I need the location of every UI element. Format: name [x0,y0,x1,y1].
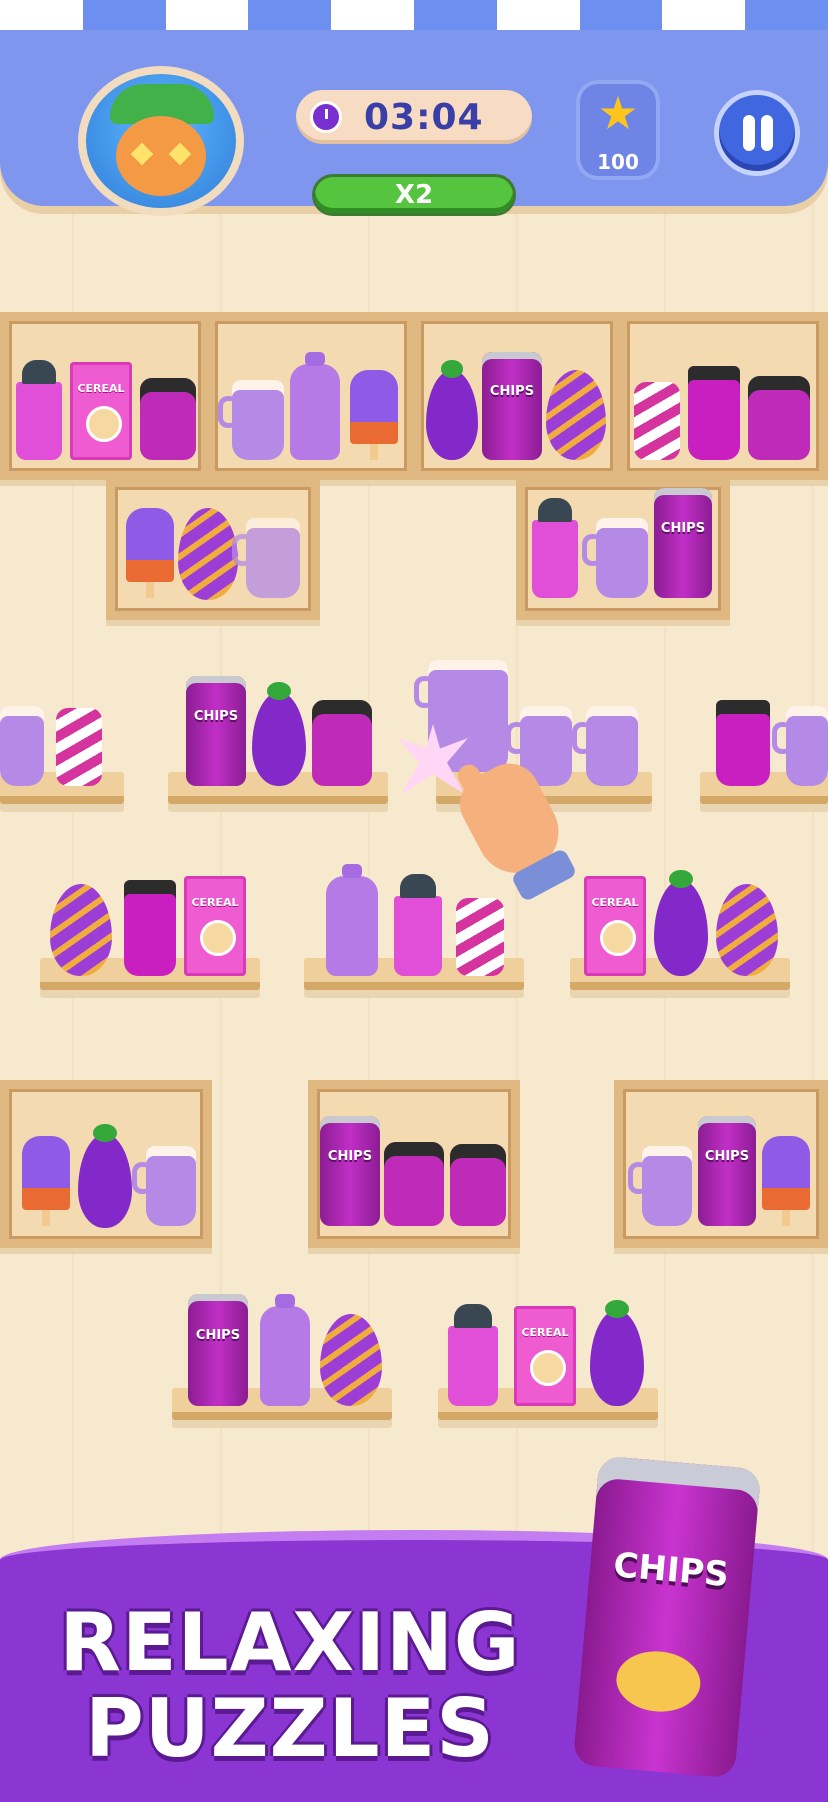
coffee-cup-item[interactable] [450,1144,506,1226]
pause-button[interactable] [714,90,800,176]
popsicle-item[interactable] [762,1136,810,1226]
chips-can-item[interactable]: CHIPS [320,1116,380,1226]
egg-item[interactable] [320,1314,382,1406]
marker-item[interactable] [16,360,62,460]
promo-can-label: CHIPS [611,1545,731,1596]
chips-can-item[interactable]: CHIPS [698,1116,756,1226]
promo-chips-can: CHIPS [572,1455,762,1779]
promo-title: RELAXING PUZZLES [40,1600,540,1772]
coffee-cup-item[interactable] [716,700,770,786]
mug-item[interactable] [628,1146,692,1226]
jam-jar-item[interactable] [384,1142,444,1226]
promo-line-1: RELAXING [59,1596,521,1689]
timer-pill: 03:04 [296,90,532,144]
timer-text: 03:04 [364,96,484,138]
pause-icon [743,115,755,151]
cat-avatar-icon[interactable] [78,66,244,216]
eggplant-item[interactable] [590,1300,644,1406]
multiplier-badge: X2 [312,174,516,216]
cereal-box-item[interactable]: CEREAL [70,362,132,460]
star-icon: ★ [597,86,639,140]
marker-item[interactable] [532,498,578,598]
coffee-cup-item[interactable] [140,378,196,460]
mug-item[interactable] [582,518,648,598]
star-count: 100 [597,150,639,174]
marshmallow-item[interactable] [456,898,504,976]
star-counter[interactable]: ★ 100 [576,80,660,180]
egg-item[interactable] [716,884,778,976]
mug-item[interactable] [572,706,638,786]
cereal-box-item[interactable]: CEREAL [584,876,646,976]
jam-jar-item[interactable] [748,376,810,460]
cereal-box-item[interactable]: CEREAL [514,1306,576,1406]
popsicle-item[interactable] [350,370,398,460]
chips-can-item[interactable]: CHIPS [482,352,542,460]
mug-item[interactable] [0,706,44,786]
coffee-cup-item[interactable] [688,366,740,460]
chips-can-item[interactable]: CHIPS [188,1294,248,1406]
bottle-item[interactable] [290,352,340,460]
chips-can-item[interactable]: CHIPS [186,676,246,786]
eggplant-item[interactable] [252,682,306,786]
mug-item[interactable] [218,380,284,460]
popsicle-item[interactable] [22,1136,70,1226]
coffee-cup-item[interactable] [124,880,176,976]
marker-item[interactable] [448,1304,498,1406]
bottle-item[interactable] [326,864,378,976]
cereal-box-item[interactable]: CEREAL [184,876,246,976]
chips-can-item[interactable]: CHIPS [654,488,712,598]
timer-icon [310,101,342,133]
bottle-item[interactable] [260,1294,310,1406]
mug-item[interactable] [132,1146,196,1226]
eggplant-item[interactable] [654,870,708,976]
mug-item[interactable] [772,706,828,786]
mug-item[interactable] [232,518,300,598]
egg-item[interactable] [50,884,112,976]
marker-item[interactable] [394,874,442,976]
marshmallow-item[interactable] [56,708,102,786]
popsicle-item[interactable] [126,508,174,598]
jam-jar-item[interactable] [312,700,372,786]
promo-line-2: PUZZLES [85,1682,495,1775]
marshmallow-item[interactable] [634,382,680,460]
